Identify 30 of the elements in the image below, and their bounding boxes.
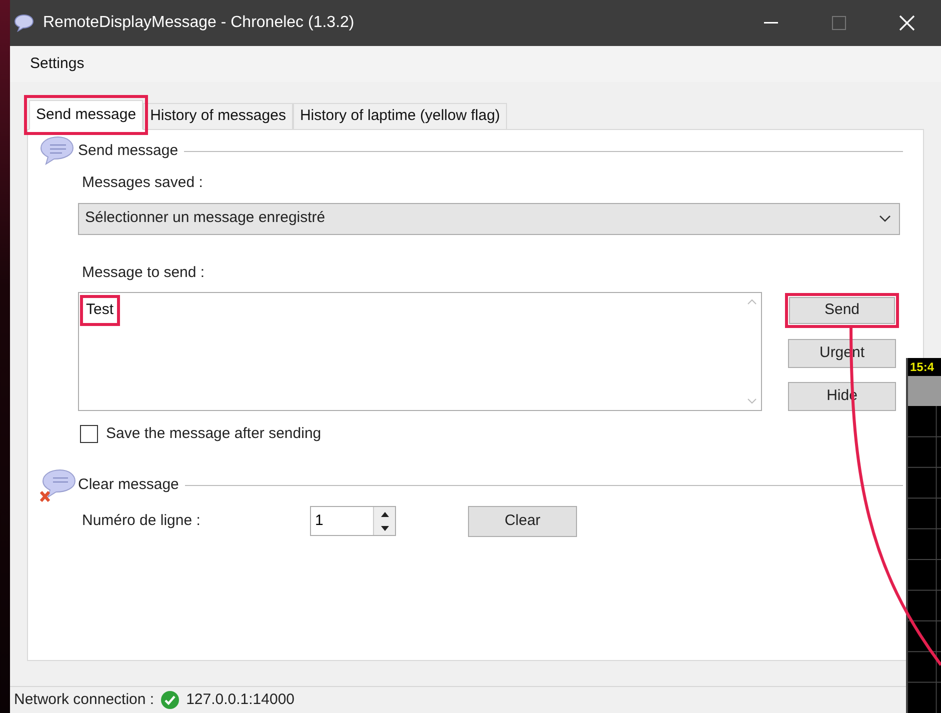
group-title: Send message [78,140,178,161]
speech-bubble-delete-icon [38,468,78,504]
speech-bubble-icon [14,14,34,32]
line-number-spinner[interactable]: 1 [310,506,396,536]
group-title: Clear message [78,475,179,496]
scroll-down-icon [747,398,757,404]
speech-bubble-icon [38,135,76,167]
status-address: 127.0.0.1:14000 [186,690,295,710]
field-label: Numéro de ligne : [82,510,202,531]
clock-text: 15:4 [909,359,936,376]
minimize-icon [764,22,778,24]
status-label: Network connection : [14,690,154,710]
header-bar [908,376,941,406]
checkbox-label: Save the message after sending [106,424,322,444]
clear-button[interactable]: Clear [468,506,577,536]
field-label: Message to send : [81,262,205,282]
spin-down-icon[interactable] [380,526,388,530]
scroll-up-icon [747,299,757,305]
checkbox[interactable] [80,425,98,444]
field-label: Messages saved : [81,173,203,193]
message-field[interactable]: Test [78,292,762,411]
action-button[interactable]: Send [785,293,899,328]
tab[interactable]: History of laptime (yellow flag) [292,103,508,130]
message-dropdown[interactable]: Sélectionner un message enregistré [78,202,900,234]
close-icon [899,15,915,31]
spin-up-icon[interactable] [380,512,388,516]
menu-item[interactable]: Settings [28,52,86,76]
tab[interactable]: History of messages [143,103,293,130]
maximize-icon [832,16,846,30]
window-title: RemoteDisplayMessage - Chronelec (1.3.2) [43,13,354,33]
